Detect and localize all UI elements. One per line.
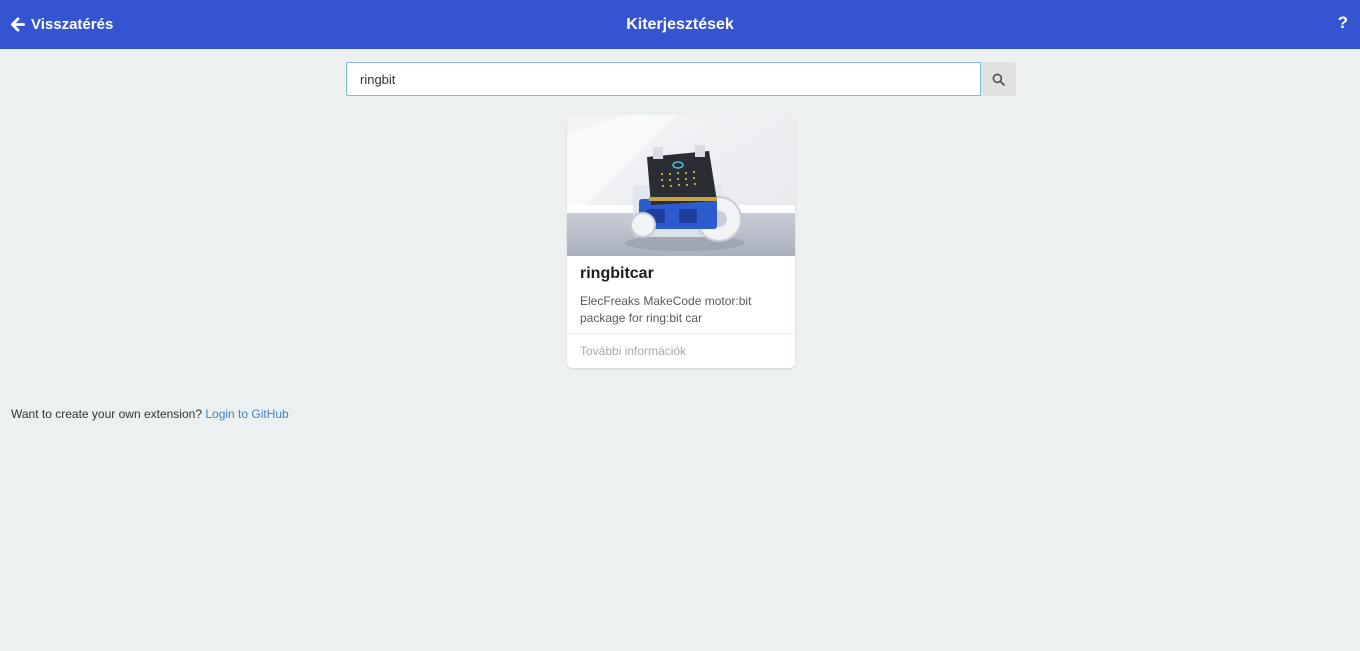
create-extension-text: Want to create your own extension? bbox=[11, 407, 202, 421]
search-icon bbox=[992, 73, 1005, 86]
extension-card[interactable]: ringbitcar ElecFreaks MakeCode motor:bit… bbox=[567, 115, 795, 368]
page-title: Kiterjesztések bbox=[626, 16, 734, 33]
back-button[interactable]: Visszatérés bbox=[10, 13, 113, 35]
github-login-link[interactable]: Login to GitHub bbox=[205, 407, 288, 421]
arrow-left-icon bbox=[10, 16, 25, 32]
extension-description: ElecFreaks MakeCode motor:bit package fo… bbox=[580, 294, 752, 325]
create-extension-prompt: Want to create your own extension? Login… bbox=[11, 407, 289, 421]
top-bar: Visszatérés Kiterjesztések ? bbox=[0, 0, 1360, 49]
search-bar bbox=[346, 62, 1016, 96]
help-button[interactable]: ? bbox=[1338, 13, 1348, 33]
extension-name: ringbitcar bbox=[580, 265, 654, 282]
more-info-link[interactable]: További információk bbox=[580, 344, 686, 358]
search-input[interactable] bbox=[346, 62, 981, 96]
robot-car-image bbox=[567, 115, 795, 256]
back-button-label: Visszatérés bbox=[31, 15, 114, 33]
search-button[interactable] bbox=[981, 62, 1016, 96]
card-divider bbox=[567, 333, 795, 334]
